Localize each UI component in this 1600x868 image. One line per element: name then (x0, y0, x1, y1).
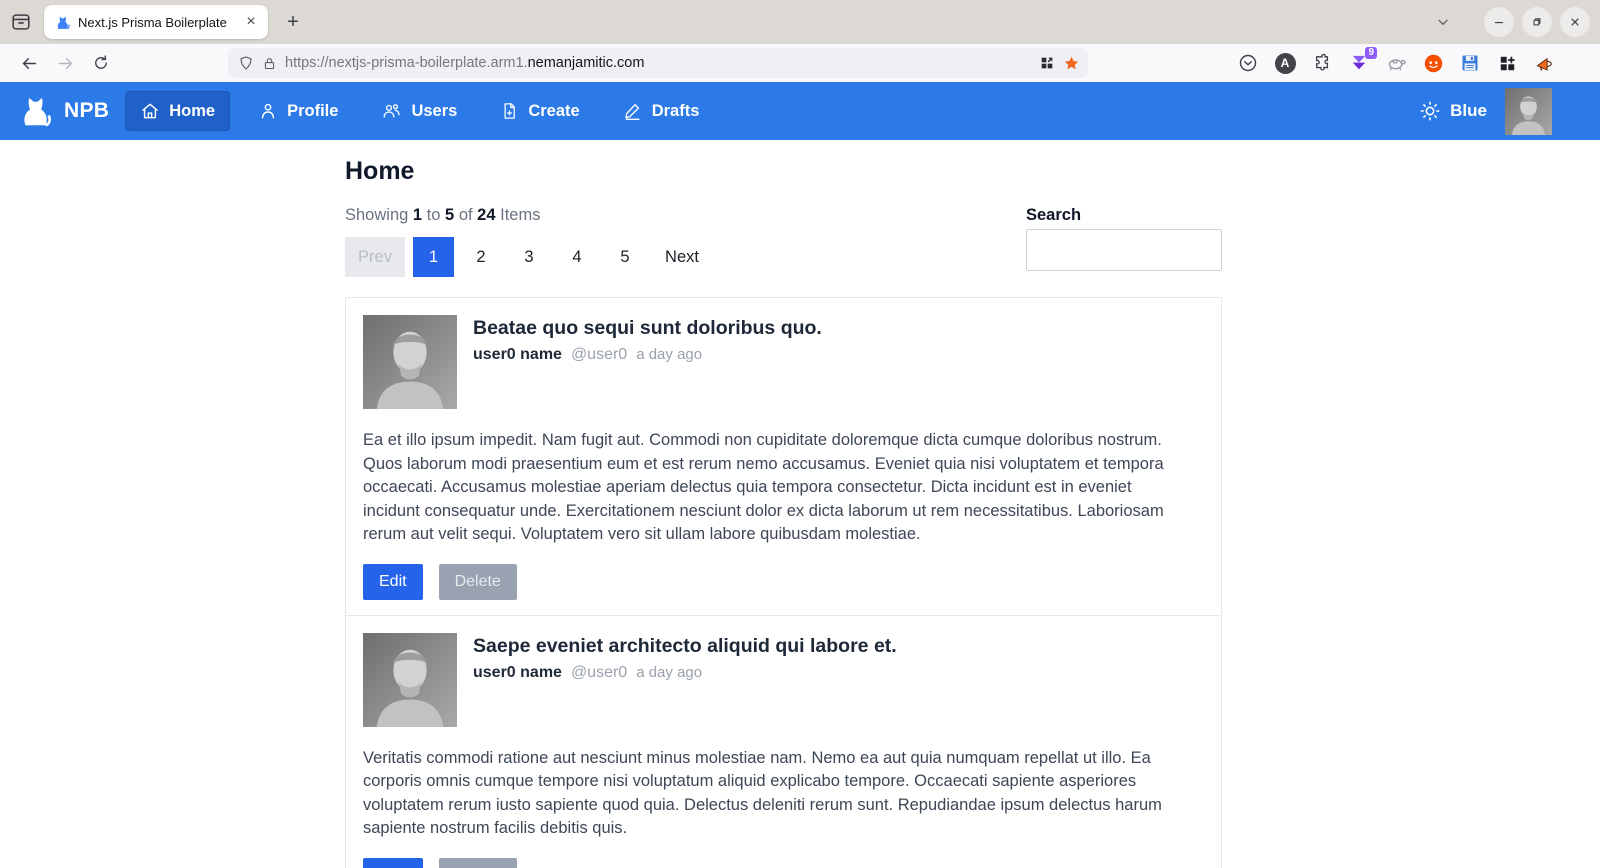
browser-tab-bar: Next.js Prisma Boilerplate × + (0, 0, 1600, 44)
extension-toolbar: A 9 (1237, 52, 1588, 74)
post-author-name[interactable]: user0 name (473, 346, 562, 364)
reload-icon[interactable] (86, 48, 116, 78)
nav-item-profile[interactable]: Profile (243, 91, 353, 131)
post-timestamp: a day ago (636, 664, 702, 681)
nav-item-create[interactable]: Create (485, 91, 594, 131)
post-title[interactable]: Saepe eveniet architecto aliquid qui lab… (473, 635, 897, 658)
a-letter-extension-icon[interactable]: A (1274, 52, 1296, 74)
forward-icon[interactable] (50, 48, 80, 78)
pagination-page-3[interactable]: 3 (505, 237, 553, 277)
brand[interactable]: NPB (14, 92, 109, 130)
tab-title: Next.js Prisma Boilerplate (78, 15, 235, 30)
list-controls: Showing 1 to 5 of 24 Items Prev 1 2 3 4 (345, 206, 715, 277)
nav-items: Home Profile Users Create (125, 91, 714, 131)
nav-item-label: Home (169, 102, 215, 121)
pagination-page-2[interactable]: 2 (457, 237, 505, 277)
tracking-shield-icon[interactable] (238, 55, 254, 71)
npb-cat-logo-icon (14, 92, 56, 130)
window-restore-button[interactable] (1522, 7, 1552, 37)
app-navbar: NPB Home Profile Users (0, 82, 1600, 140)
post-author-avatar[interactable] (363, 633, 457, 727)
post-timestamp: a day ago (636, 346, 702, 363)
pocket-icon[interactable] (1237, 52, 1259, 74)
person-icon (258, 101, 278, 121)
new-tab-button[interactable]: + (278, 7, 308, 37)
theme-toggle[interactable]: Blue (1419, 100, 1487, 122)
delete-button[interactable]: Delete (439, 858, 517, 868)
post-author-avatar[interactable] (363, 315, 457, 409)
user-avatar[interactable] (1505, 88, 1552, 135)
back-icon[interactable] (14, 48, 44, 78)
nav-item-drafts[interactable]: Drafts (608, 91, 715, 131)
edit-button[interactable]: Edit (363, 564, 423, 600)
pagination-page-5[interactable]: 5 (601, 237, 649, 277)
list-tabs-chevron-icon[interactable] (1428, 7, 1458, 37)
url-text: https://nextjs-prisma-boilerplate.arm1.n… (285, 55, 644, 71)
tab-favicon-cat-icon (54, 14, 71, 31)
posts-list: Beatae quo sequi sunt doloribus quo. use… (345, 297, 1222, 868)
pagination-page-1[interactable]: 1 (413, 237, 454, 277)
tab-close-icon[interactable]: × (242, 13, 260, 31)
browser-toolbar: https://nextjs-prisma-boilerplate.arm1.n… (0, 44, 1600, 82)
grid-plus-extension-icon[interactable] (1496, 52, 1518, 74)
nav-item-users[interactable]: Users (366, 91, 472, 131)
post-title[interactable]: Beatae quo sequi sunt doloribus quo. (473, 317, 822, 340)
url-bar[interactable]: https://nextjs-prisma-boilerplate.arm1.n… (228, 48, 1088, 78)
post-item: Saepe eveniet architecto aliquid qui lab… (346, 615, 1221, 868)
post-author-name[interactable]: user0 name (473, 664, 562, 682)
users-icon (381, 101, 402, 121)
nav-item-label: Profile (287, 102, 338, 121)
firefox-view-icon[interactable] (6, 7, 36, 37)
post-item: Beatae quo sequi sunt doloribus quo. use… (346, 298, 1221, 615)
lock-icon[interactable] (262, 56, 277, 71)
window-close-button[interactable] (1560, 7, 1590, 37)
page-actions-squares-icon[interactable] (1039, 55, 1055, 71)
bookmark-star-icon[interactable] (1063, 55, 1080, 72)
browser-window: Next.js Prisma Boilerplate × + (0, 0, 1600, 868)
sun-icon (1419, 100, 1441, 122)
pagination-next-button[interactable]: Next (649, 237, 715, 277)
page-title: Home (345, 157, 1222, 186)
megaphone-extension-icon[interactable] (1533, 52, 1555, 74)
delete-button[interactable]: Delete (439, 564, 517, 600)
post-author-handle[interactable]: @user0 (571, 664, 627, 682)
search-label: Search (1026, 206, 1222, 225)
post-author-handle[interactable]: @user0 (571, 346, 627, 364)
nav-item-label: Users (411, 102, 457, 121)
theme-label: Blue (1450, 101, 1487, 121)
post-body: Veritatis commodi ratione aut nesciunt m… (363, 747, 1204, 841)
page-content: Home Showing 1 to 5 of 24 Items Prev 1 (0, 157, 1600, 868)
nav-item-label: Drafts (652, 102, 700, 121)
file-plus-icon (500, 101, 519, 121)
window-minimize-button[interactable] (1484, 7, 1514, 37)
browser-tab[interactable]: Next.js Prisma Boilerplate × (44, 5, 268, 39)
extension-badge: 9 (1365, 47, 1377, 59)
reddit-extension-icon[interactable] (1422, 52, 1444, 74)
search-input[interactable] (1026, 229, 1222, 271)
showing-summary: Showing 1 to 5 of 24 Items (345, 206, 715, 225)
post-body: Ea et illo ipsum impedit. Nam fugit aut.… (363, 429, 1204, 547)
pencil-icon (623, 101, 643, 121)
home-icon (140, 101, 160, 121)
brand-label: NPB (64, 99, 109, 123)
purple-shield-extension-icon[interactable]: 9 (1348, 52, 1370, 74)
menu-icon[interactable] (1570, 52, 1588, 74)
pagination-page-4[interactable]: 4 (553, 237, 601, 277)
puzzle-extensions-icon[interactable] (1311, 52, 1333, 74)
floppy-save-icon[interactable] (1459, 52, 1481, 74)
turtle-extension-icon[interactable] (1385, 52, 1407, 74)
nav-item-home[interactable]: Home (125, 91, 230, 131)
nav-item-label: Create (528, 102, 579, 121)
edit-button[interactable]: Edit (363, 858, 423, 868)
pagination-prev-button[interactable]: Prev (345, 237, 405, 277)
search-block: Search (1026, 206, 1222, 271)
pagination: Prev 1 2 3 4 5 Next (345, 237, 715, 277)
